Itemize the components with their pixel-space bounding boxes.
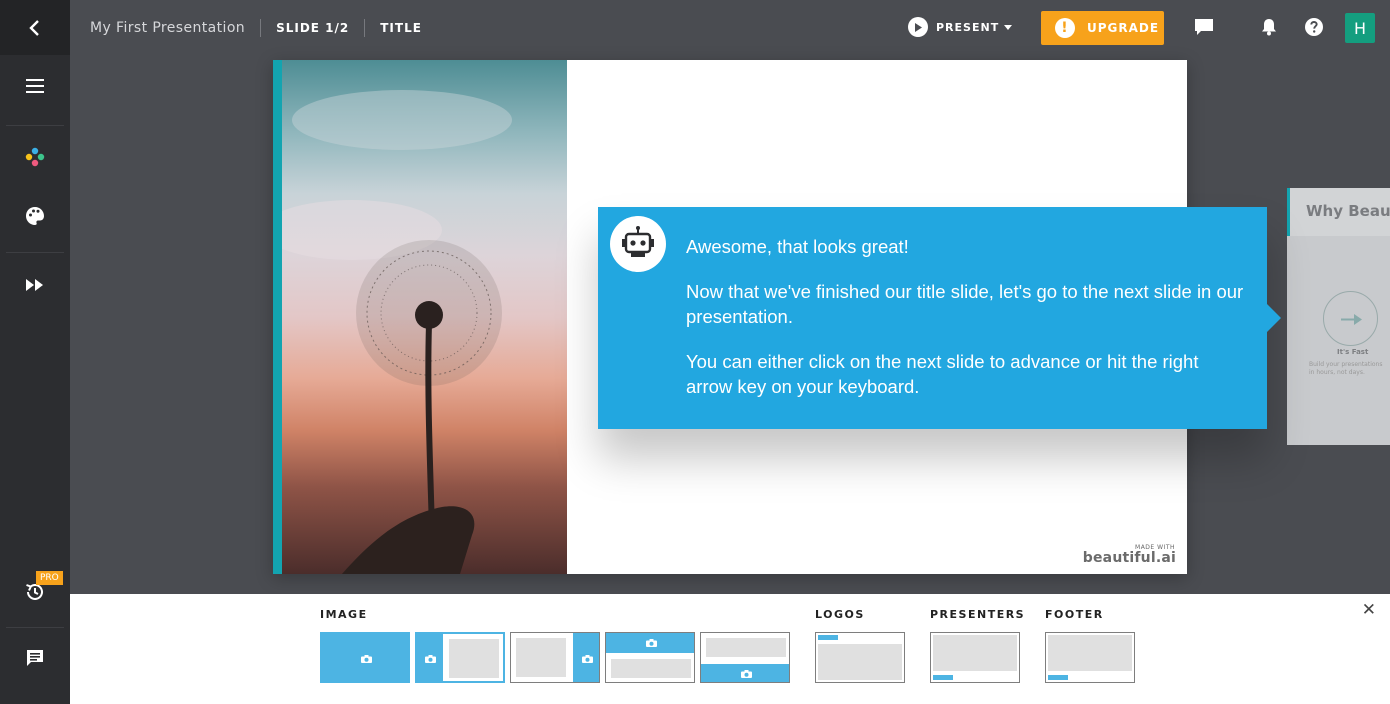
next-slide-feature-text: Build your presentations in hours, not d… — [1309, 361, 1383, 376]
alert-icon: ! — [1055, 18, 1075, 38]
themes-button[interactable] — [0, 127, 70, 187]
next-slide-feature-label: It's Fast — [1337, 348, 1369, 356]
callout-line-2: Now that we've finished our title slide,… — [686, 281, 1244, 327]
palette-icon — [26, 207, 44, 225]
help-button[interactable] — [1303, 16, 1325, 38]
left-sidebar: PRO — [0, 0, 70, 704]
camera-icon — [424, 654, 436, 663]
image-layout-top[interactable] — [605, 632, 695, 683]
upgrade-label: UPGRADE — [1087, 21, 1160, 35]
callout-line-3: You can either click on the next slide t… — [686, 351, 1199, 397]
camera-icon — [645, 639, 657, 647]
footer-option[interactable] — [1045, 632, 1135, 683]
camera-icon — [360, 654, 372, 663]
hamburger-icon — [26, 79, 44, 93]
next-slide-header: Why Beautiful — [1287, 188, 1390, 236]
bell-icon — [1262, 19, 1276, 36]
present-button[interactable]: PRESENT — [908, 17, 1013, 37]
tutorial-callout: Awesome, that looks great! Now that we'v… — [598, 207, 1281, 429]
callout-text: Awesome, that looks great! Now that we'v… — [686, 234, 1246, 419]
comment-icon — [1195, 19, 1213, 35]
presenters-section-label: PRESENTERS — [930, 608, 1026, 621]
feedback-button[interactable] — [0, 628, 70, 688]
image-layout-left[interactable] — [415, 632, 505, 683]
pro-badge: PRO — [36, 571, 63, 585]
breadcrumb: My First Presentation SLIDE 1/2 TITLE — [90, 0, 422, 55]
help-icon — [1305, 18, 1323, 36]
image-layout-bottom[interactable] — [700, 632, 790, 683]
slide-accent-bar — [273, 60, 282, 574]
palette-button[interactable] — [0, 186, 70, 246]
notifications-button[interactable] — [1258, 16, 1280, 38]
beautiful-ai-logo: beautiful.ai — [1082, 550, 1176, 566]
avatar[interactable]: H — [1345, 13, 1375, 43]
logos-option[interactable] — [815, 632, 905, 683]
present-label: PRESENT — [936, 20, 1000, 34]
image-layout-full[interactable] — [320, 632, 410, 683]
comments-button[interactable] — [1193, 16, 1215, 38]
slide-type: TITLE — [380, 20, 422, 35]
chat-bubble-icon — [27, 650, 43, 666]
upgrade-button[interactable]: ! UPGRADE — [1041, 11, 1164, 45]
callout-line-1: Awesome, that looks great! — [686, 236, 909, 257]
footer-section-label: FOOTER — [1045, 608, 1104, 621]
next-slide-feature-icon — [1323, 291, 1378, 346]
breadcrumb-separator — [260, 18, 262, 37]
next-slide-thumbnail[interactable]: Why Beautiful It's Fast Build your prese… — [1287, 188, 1390, 445]
robot-avatar — [610, 216, 666, 272]
robot-icon — [622, 226, 654, 257]
chevron-left-icon — [29, 19, 39, 36]
callout-pointer — [1267, 304, 1281, 332]
logos-section-label: LOGOS — [815, 608, 865, 621]
top-bar: My First Presentation SLIDE 1/2 TITLE PR… — [70, 0, 1390, 55]
presentation-title[interactable]: My First Presentation — [90, 20, 245, 36]
sidebar-divider — [6, 125, 64, 126]
breadcrumb-separator — [364, 18, 366, 37]
camera-icon — [581, 654, 593, 663]
menu-button[interactable] — [0, 56, 70, 116]
dandelion-silhouette — [273, 90, 512, 574]
fast-forward-icon — [26, 279, 43, 291]
dandelion-photo[interactable] — [273, 60, 567, 574]
image-section-label: IMAGE — [320, 608, 368, 621]
back-button[interactable] — [0, 0, 70, 55]
play-icon — [908, 17, 928, 37]
sidebar-divider — [6, 252, 64, 253]
slide-counter: SLIDE 1/2 — [276, 20, 350, 35]
image-layout-right[interactable] — [510, 632, 600, 683]
camera-icon — [740, 670, 752, 678]
color-dots-icon — [25, 147, 45, 167]
presenters-option[interactable] — [930, 632, 1020, 683]
animate-button[interactable] — [0, 255, 70, 315]
layout-options-panel: IMAGE LOGOS PRESENTERS FOOTER ✕ — [70, 594, 1390, 704]
caret-down-icon — [1004, 24, 1013, 30]
close-icon[interactable]: ✕ — [1362, 600, 1376, 620]
next-slide-title: Why Beautiful — [1306, 202, 1390, 220]
